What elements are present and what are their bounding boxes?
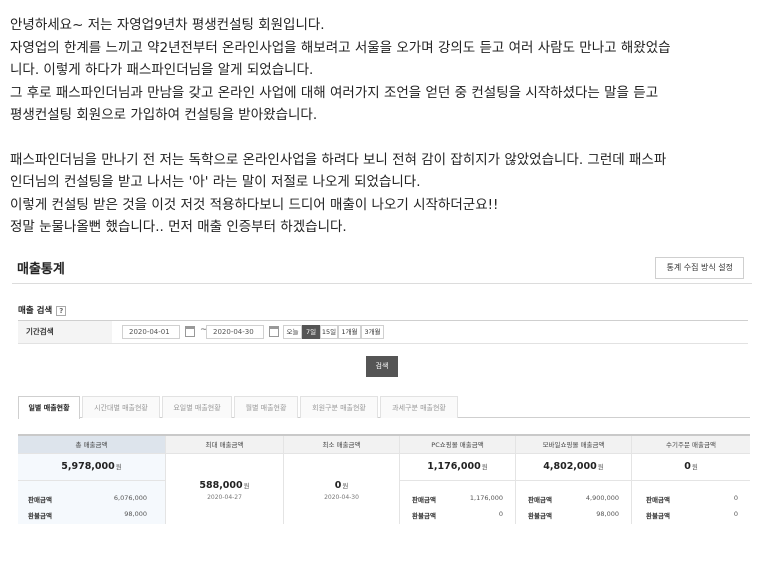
mobile-sales-card: 모바일쇼핑몰 매출금액 4,802,000원 판매금액 4,900,000 환불금… bbox=[516, 436, 632, 524]
intro-line: 인더님의 컨설팅을 받고 나서는 '아' 라는 말이 저절로 나오게 되었습니다… bbox=[10, 174, 421, 190]
calendar-icon[interactable] bbox=[269, 326, 279, 337]
stats-setting-button[interactable]: 통계 수집 방식 설정 bbox=[655, 257, 744, 279]
tab-monthly[interactable]: 월별 매출현황 bbox=[234, 396, 298, 418]
card-title: 최소 매출금액 bbox=[284, 436, 399, 454]
pc-sales-value: 1,176,000원 bbox=[427, 461, 488, 472]
intro-line: 패스파인더님을 만나기 전 저는 독학으로 온라인사업을 하려다 보니 전혀 감… bbox=[10, 151, 667, 168]
intro-line: 이렇게 컨설팅 받은 것을 이것 저것 적용하다보니 드디어 매출이 나오기 시… bbox=[10, 196, 499, 213]
quick-7d-button[interactable]: 7일 bbox=[302, 325, 320, 339]
calendar-icon[interactable] bbox=[185, 326, 195, 337]
manual-order-sales-card: 수기주문 매출금액 0원 판매금액 0 환불금액 0 bbox=[632, 436, 750, 524]
max-sales-card: 최대 매출금액 588,000원 2020-04-27 bbox=[166, 436, 284, 524]
min-sales-date: 2020-04-30 bbox=[324, 494, 359, 501]
card-title: 총 매출금액 bbox=[18, 436, 165, 454]
max-sales-date: 2020-04-27 bbox=[207, 494, 242, 501]
panel-header: 매출통계 통계 수집 방식 설정 bbox=[12, 252, 752, 284]
quick-3m-button[interactable]: 3개월 bbox=[361, 325, 384, 339]
sales-summary: 총 매출금액 5,978,000원 판매금액 6,076,000 환불금액 98,0… bbox=[18, 434, 750, 524]
tab-member-type[interactable]: 회원구분 매출현황 bbox=[300, 396, 378, 418]
date-to-input[interactable]: 2020-04-30 bbox=[206, 325, 264, 339]
max-sales-value: 588,000원 bbox=[199, 480, 250, 491]
intro-line: 니다. 이렇게 하다가 패스파인더님을 알게 되었습니다. bbox=[10, 62, 314, 78]
period-label: 기간검색 bbox=[18, 321, 112, 343]
page-title: 매출통계 bbox=[17, 262, 65, 277]
total-sales-value: 5,978,000원 bbox=[61, 461, 122, 472]
min-sales-card: 최소 매출금액 0원 2020-04-30 bbox=[284, 436, 400, 524]
intro-line: 자영업의 한계를 느끼고 약2년전부터 온라인사업을 해보려고 서울을 오가며 … bbox=[10, 39, 671, 56]
tab-tax-type[interactable]: 과세구분 매출현황 bbox=[380, 396, 458, 418]
tab-weekday[interactable]: 요일별 매출현황 bbox=[162, 396, 232, 418]
search-label-text: 매출 검색 bbox=[18, 306, 53, 316]
card-title: 모바일쇼핑몰 매출금액 bbox=[516, 436, 631, 454]
help-icon[interactable]: ? bbox=[56, 305, 67, 316]
manual-sales-value: 0원 bbox=[684, 461, 698, 472]
total-sales-card: 총 매출금액 5,978,000원 판매금액 6,076,000 환불금액 98,0… bbox=[18, 436, 166, 524]
search-button[interactable]: 검색 bbox=[366, 356, 398, 377]
tab-hourly[interactable]: 시간대별 매출현황 bbox=[82, 396, 160, 418]
pc-sales-card: PC쇼핑몰 매출금액 1,176,000원 판매금액 1,176,000 환불금액… bbox=[400, 436, 516, 524]
min-sales-value: 0원 bbox=[334, 480, 349, 491]
period-search-row: 기간검색 2020-04-01 ~ 2020-04-30 오늘 7일 15일 1… bbox=[18, 320, 748, 344]
mobile-sales-value: 4,802,000원 bbox=[543, 461, 604, 472]
report-tabs: 일별 매출현황 시간대별 매출현황 요일별 매출현황 월별 매출현황 회원구분 … bbox=[18, 396, 750, 419]
card-title: 수기주문 매출금액 bbox=[632, 436, 750, 454]
date-from-input[interactable]: 2020-04-01 bbox=[122, 325, 180, 339]
intro-text: 안녕하세요~ 저는 자영업9년차 평생컨설팅 회원입니다. 자영업의 한계를 느… bbox=[10, 14, 765, 239]
intro-line: 정말 눈물나올뻔 했습니다.. 먼저 매출 인증부터 하겠습니다. bbox=[10, 219, 347, 235]
intro-line: 안녕하세요~ 저는 자영업9년차 평생컨설팅 회원입니다. bbox=[10, 17, 325, 33]
tab-daily[interactable]: 일별 매출현황 bbox=[18, 396, 80, 419]
quick-15d-button[interactable]: 15일 bbox=[320, 325, 338, 339]
intro-line: 그 후로 패스파인더님과 만남을 갖고 온라인 사업에 대해 여러가지 조언을 … bbox=[10, 84, 659, 101]
quick-1m-button[interactable]: 1개월 bbox=[338, 325, 361, 339]
sales-stats-panel: 매출통계 통계 수집 방식 설정 매출 검색? 기간검색 2020-04-01 … bbox=[12, 252, 752, 552]
intro-line: 평생컨설팅 회원으로 가입하여 컨설팅을 받아왔습니다. bbox=[10, 107, 318, 123]
search-section-label: 매출 검색? bbox=[18, 304, 67, 316]
card-title: PC쇼핑몰 매출금액 bbox=[400, 436, 515, 454]
card-title: 최대 매출금액 bbox=[166, 436, 283, 454]
quick-today-button[interactable]: 오늘 bbox=[283, 325, 302, 339]
